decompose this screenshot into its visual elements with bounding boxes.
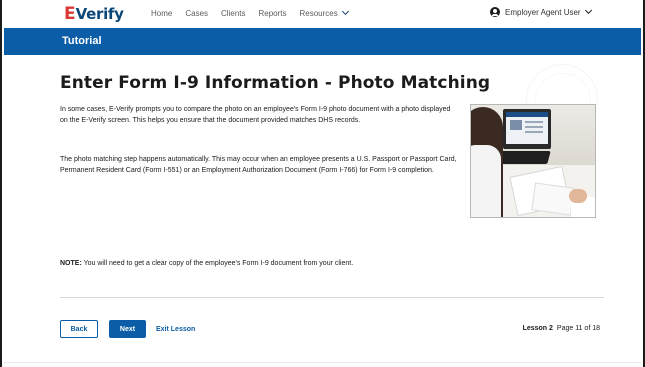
note-text: NOTE: You will need to get a clear copy … bbox=[60, 260, 353, 267]
logo-mark: E bbox=[64, 4, 76, 24]
nav-link-resources[interactable]: Resources bbox=[299, 7, 349, 20]
next-button[interactable]: Next bbox=[109, 320, 146, 338]
back-button[interactable]: Back bbox=[60, 320, 98, 338]
lesson-label: Lesson 2 bbox=[522, 325, 553, 332]
photo-matching-paragraph: The photo matching step happens automati… bbox=[60, 156, 457, 175]
footer-divider bbox=[60, 297, 604, 298]
user-account-icon bbox=[490, 7, 500, 17]
user-name: Employer Agent User bbox=[505, 7, 581, 17]
note-body: You will need to get a clear copy of the… bbox=[81, 260, 354, 267]
e-verify-logo[interactable]: E Verify bbox=[64, 5, 124, 23]
nav-link-reports[interactable]: Reports bbox=[258, 8, 286, 20]
nav-link-cases[interactable]: Cases bbox=[185, 8, 208, 20]
page-frame: E Verify Home Cases Clients Reports Reso… bbox=[0, 0, 645, 367]
page-counter: Page 11 of 18 bbox=[556, 325, 600, 332]
bottom-border bbox=[4, 362, 641, 363]
tutorial-photo bbox=[470, 104, 596, 218]
page-title: Enter Form I-9 Information - Photo Match… bbox=[60, 73, 491, 93]
nav-link-clients[interactable]: Clients bbox=[221, 8, 245, 20]
nav-links: Home Cases Clients Reports Resources bbox=[151, 7, 361, 20]
logo-text: Verify bbox=[75, 5, 124, 23]
note-label: NOTE: bbox=[60, 260, 82, 267]
lesson-progress: Lesson 2 Page 11 of 18 bbox=[523, 325, 600, 332]
tutorial-banner: Tutorial bbox=[4, 28, 641, 55]
top-navigation: E Verify Home Cases Clients Reports Reso… bbox=[4, 0, 641, 28]
chevron-down-icon bbox=[584, 6, 592, 14]
exit-lesson-link[interactable]: Exit Lesson bbox=[156, 320, 200, 338]
chevron-down-icon bbox=[341, 7, 349, 16]
nav-link-resources-label: Resources bbox=[299, 9, 338, 18]
nav-link-home[interactable]: Home bbox=[151, 8, 172, 20]
banner-title: Tutorial bbox=[62, 35, 102, 47]
user-menu[interactable]: Employer Agent User bbox=[490, 6, 592, 17]
intro-paragraph: In some cases, E-Verify prompts you to c… bbox=[60, 106, 451, 125]
